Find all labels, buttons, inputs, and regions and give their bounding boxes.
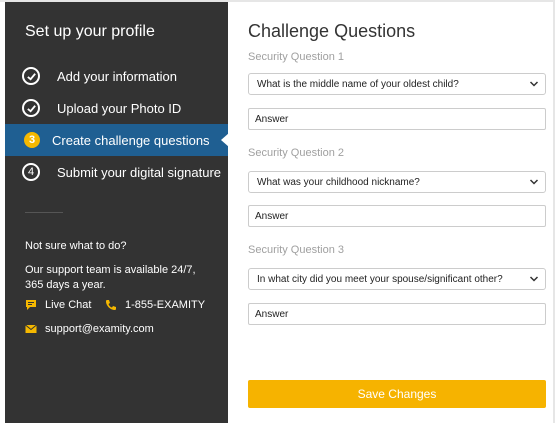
chevron-down-icon [529, 179, 539, 185]
help-text: Our support team is available 24/7, 365 … [25, 264, 196, 291]
question-3-answer-input[interactable] [248, 303, 546, 325]
selected-question: What was your childhood nickname? [257, 176, 420, 188]
selected-question: In what city did you meet your spouse/si… [257, 273, 503, 285]
step-number-badge: 3 [24, 132, 40, 148]
help-question: Not sure what to do? [25, 240, 127, 252]
sidebar: Set up your profile Add your information… [5, 2, 229, 423]
phone-icon [105, 299, 117, 311]
live-chat-link[interactable]: Live Chat [25, 299, 91, 311]
step-label: Add your information [57, 68, 177, 84]
question-2-select[interactable]: What was your childhood nickname? [248, 171, 546, 193]
page-title: Challenge Questions [248, 21, 416, 41]
step-label: Upload your Photo ID [57, 100, 182, 116]
step-submit-digital-signature[interactable]: 4 Submit your digital signature [5, 156, 228, 188]
question-3-label: Security Question 3 [248, 244, 344, 256]
email-address: support@examity.com [45, 323, 154, 335]
main-panel: Challenge Questions Security Question 1 … [228, 0, 555, 423]
question-2-label: Security Question 2 [248, 147, 344, 159]
question-1-select[interactable]: What is the middle name of your oldest c… [248, 73, 546, 95]
step-label: Submit your digital signature [57, 164, 222, 180]
step-label: Create challenge questions [52, 132, 210, 148]
chevron-down-icon [529, 276, 539, 282]
phone-link[interactable]: 1-855-EXAMITY [105, 299, 205, 311]
step-add-information[interactable]: Add your information [5, 60, 228, 92]
sidebar-title: Set up your profile [25, 23, 155, 40]
check-circle-icon [22, 99, 40, 117]
app-window: Set up your profile Add your information… [0, 0, 555, 423]
question-3-select[interactable]: In what city did you meet your spouse/si… [248, 268, 546, 290]
email-link[interactable]: support@examity.com [25, 323, 154, 335]
selected-question: What is the middle name of your oldest c… [257, 78, 459, 90]
chat-bubble-icon [25, 299, 37, 311]
step-number-badge: 4 [22, 163, 40, 181]
sidebar-divider [25, 212, 63, 213]
envelope-icon [25, 323, 37, 335]
question-1-label: Security Question 1 [248, 51, 344, 63]
chevron-down-icon [529, 81, 539, 87]
save-changes-button[interactable]: Save Changes [248, 380, 546, 408]
step-create-challenge-questions[interactable]: 3 Create challenge questions [5, 124, 229, 156]
phone-number: 1-855-EXAMITY [125, 299, 206, 311]
question-2-answer-input[interactable] [248, 205, 546, 227]
check-circle-icon [22, 67, 40, 85]
live-chat-label: Live Chat [45, 299, 92, 311]
question-1-answer-input[interactable] [248, 108, 546, 130]
step-upload-photo-id[interactable]: Upload your Photo ID [5, 92, 228, 124]
